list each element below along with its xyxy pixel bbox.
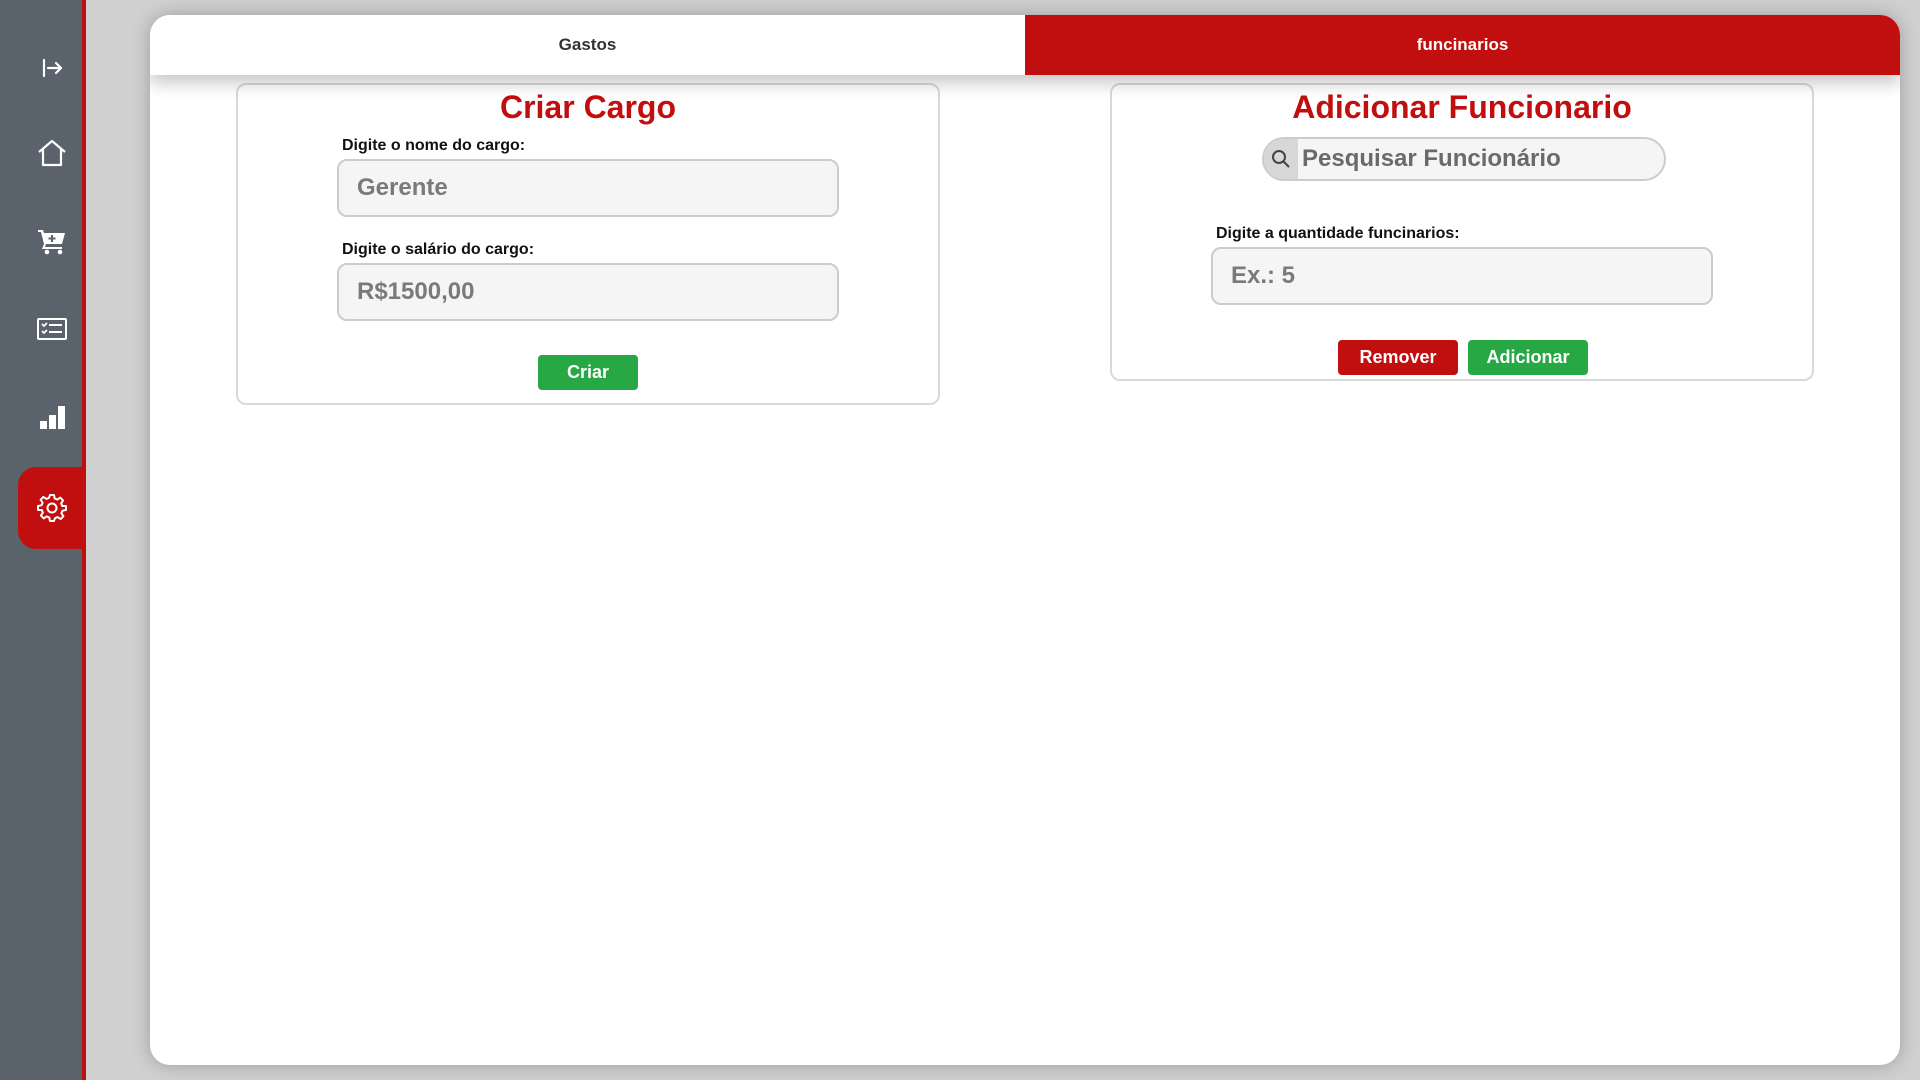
role-name-label: Digite o nome do cargo:: [342, 137, 526, 154]
create-role-card: Criar Cargo Digite o nome do cargo: Digi…: [236, 83, 940, 405]
sidebar-item-settings[interactable]: [18, 467, 86, 549]
sidebar: [0, 0, 86, 1080]
tab-bar: Gastos funcinarios: [150, 15, 1900, 75]
cart-icon: [38, 230, 65, 255]
sidebar-item-logout[interactable]: [18, 28, 86, 108]
role-name-input[interactable]: [337, 159, 839, 217]
role-salary-input[interactable]: [337, 263, 839, 321]
create-role-title: Criar Cargo: [499, 89, 677, 125]
home-icon: [38, 139, 66, 167]
gear-icon: [37, 494, 67, 522]
add-employee-card: Adicionar Funcionario Digite a quantidad…: [1110, 83, 1814, 381]
employee-quantity-label: Digite a quantidade funcinarios:: [1216, 225, 1460, 242]
add-employee-button[interactable]: Adicionar: [1468, 340, 1588, 375]
sidebar-item-cart[interactable]: [18, 200, 86, 282]
tab-gastos[interactable]: Gastos: [150, 15, 1025, 75]
employee-search: [1262, 137, 1666, 181]
create-role-button[interactable]: Criar: [538, 355, 638, 390]
search-icon: [1272, 150, 1290, 168]
sidebar-item-list[interactable]: [18, 288, 86, 370]
main-panel: Gastos funcinarios Criar Cargo Digite o …: [150, 15, 1900, 1065]
search-icon-box: [1264, 139, 1298, 179]
logout-icon: [42, 58, 63, 78]
sidebar-item-reports[interactable]: [18, 376, 86, 458]
add-employee-title: Adicionar Funcionario: [1292, 89, 1632, 125]
remove-employee-button[interactable]: Remover: [1338, 340, 1458, 375]
bar-chart-icon: [40, 406, 65, 429]
list-icon: [37, 318, 67, 340]
role-salary-label: Digite o salário do cargo:: [342, 241, 535, 258]
tab-funcionarios[interactable]: funcinarios: [1025, 15, 1900, 75]
employee-quantity-input[interactable]: [1211, 247, 1713, 305]
sidebar-item-home[interactable]: [18, 112, 86, 194]
employee-search-input[interactable]: [1298, 139, 1664, 179]
